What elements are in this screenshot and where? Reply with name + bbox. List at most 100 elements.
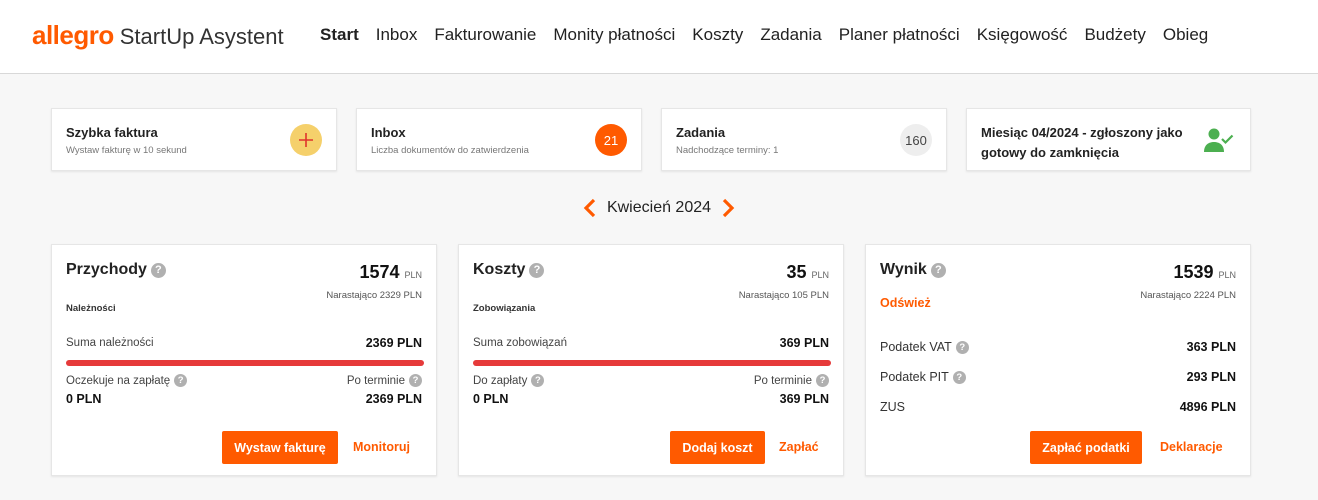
inbox-tile-title: Inbox xyxy=(371,125,406,140)
help-icon[interactable]: ? xyxy=(529,262,545,278)
vat-tax-value: 363 PLN xyxy=(1186,340,1236,354)
add-cost-button[interactable]: Dodaj koszt xyxy=(670,431,765,464)
zus-row: ZUS xyxy=(880,400,905,414)
costs-amount-value: 35 xyxy=(786,262,807,282)
nav-payment-reminders[interactable]: Monity płatności xyxy=(553,25,675,45)
plus-icon[interactable] xyxy=(290,124,322,156)
pending-payment-label: Oczekuje na zapłatę xyxy=(66,374,171,387)
help-icon[interactable]: ? xyxy=(531,374,545,387)
costs-overdue-row: Po terminie ? xyxy=(754,374,829,387)
month-selector: Kwiecień 2024 xyxy=(0,197,1318,219)
inbox-tile-subtitle: Liczba dokumentów do zatwierdzenia xyxy=(371,145,529,156)
tasks-tile[interactable]: Zadania Nadchodzące terminy: 1 160 xyxy=(661,108,947,171)
revenue-amount: 1574 PLN xyxy=(359,262,422,283)
vat-tax-label: Podatek VAT xyxy=(880,340,952,354)
result-amount-value: 1539 xyxy=(1173,262,1214,282)
overdue-value: 2369 PLN xyxy=(365,392,422,406)
nav-accounting[interactable]: Księgowość xyxy=(977,25,1068,45)
receivables-progress-fill xyxy=(66,360,424,366)
help-icon[interactable]: ? xyxy=(930,262,946,278)
tasks-count-badge: 160 xyxy=(900,124,932,156)
top-bar: allegro StartUp Asystent Start Inbox Fak… xyxy=(0,0,1318,74)
month-status-title: Miesiąc 04/2024 - zgłoszony jako gotowy … xyxy=(981,125,1183,160)
liabilities-progress-bar xyxy=(473,360,831,366)
revenue-currency: PLN xyxy=(404,270,422,280)
result-amount: 1539 PLN xyxy=(1173,262,1236,283)
month-status-tile[interactable]: Miesiąc 04/2024 - zgłoszony jako gotowy … xyxy=(966,108,1251,171)
help-icon[interactable]: ? xyxy=(816,374,829,387)
overdue-label: Po terminie xyxy=(346,374,405,387)
inbox-tile[interactable]: Inbox Liczba dokumentów do zatwierdzenia… xyxy=(356,108,642,171)
help-icon[interactable]: ? xyxy=(409,374,422,387)
costs-card: Koszty ? 35 PLN Narastająco 105 PLN Zobo… xyxy=(458,244,844,476)
quick-invoice-tile[interactable]: Szybka faktura Wystaw fakturę w 10 sekun… xyxy=(51,108,337,171)
pending-payment-row: Oczekuje na zapłatę ? xyxy=(66,374,188,387)
liabilities-sum-label: Suma zobowiązań xyxy=(473,337,567,349)
help-icon[interactable]: ? xyxy=(174,374,188,387)
pit-tax-row: Podatek PIT ? xyxy=(880,370,966,384)
costs-title: Koszty xyxy=(473,261,526,278)
logo-product: StartUp Asystent xyxy=(119,24,284,49)
tasks-tile-subtitle: Nadchodzące terminy: 1 xyxy=(676,145,779,156)
result-currency: PLN xyxy=(1218,270,1236,280)
logo-brand: allegro xyxy=(32,20,114,50)
help-icon[interactable]: ? xyxy=(952,370,966,384)
nav-workflow[interactable]: Obieg xyxy=(1163,25,1208,45)
costs-title-row: Koszty ? xyxy=(473,261,545,279)
chevron-left-icon[interactable] xyxy=(581,197,599,219)
revenue-cumulative: Narastająco 2329 PLN xyxy=(326,290,422,301)
nav-inbox[interactable]: Inbox xyxy=(376,25,418,45)
result-title: Wynik xyxy=(880,261,927,278)
receivables-sum-label: Suma należności xyxy=(66,337,154,349)
nav-costs[interactable]: Koszty xyxy=(692,25,743,45)
nav-budgets[interactable]: Budżety xyxy=(1084,25,1145,45)
pit-tax-value: 293 PLN xyxy=(1186,370,1236,384)
chevron-right-icon[interactable] xyxy=(719,197,737,219)
nav-payment-planner[interactable]: Planer płatności xyxy=(839,25,960,45)
receivables-label: Należności xyxy=(66,303,116,314)
current-month-label: Kwiecień 2024 xyxy=(606,199,712,216)
quick-invoice-title: Szybka faktura xyxy=(66,125,158,140)
help-icon[interactable]: ? xyxy=(150,262,166,278)
app-logo[interactable]: allegro StartUp Asystent xyxy=(32,20,284,51)
zus-value: 4896 PLN xyxy=(1179,400,1236,414)
vat-tax-row: Podatek VAT ? xyxy=(880,340,969,354)
revenue-card: Przychody ? 1574 PLN Narastająco 2329 PL… xyxy=(51,244,437,476)
declarations-link[interactable]: Deklaracje xyxy=(1160,440,1223,454)
nav-tasks[interactable]: Zadania xyxy=(760,25,821,45)
receivables-sum-value: 2369 PLN xyxy=(365,336,422,350)
revenue-title: Przychody xyxy=(66,261,147,278)
result-cumulative: Narastająco 2224 PLN xyxy=(1140,290,1236,301)
overdue-row: Po terminie ? xyxy=(347,374,422,387)
refresh-link[interactable]: Odśwież xyxy=(880,296,931,310)
costs-cumulative: Narastająco 105 PLN xyxy=(738,290,829,301)
liabilities-progress-fill xyxy=(473,360,831,366)
issue-invoice-button[interactable]: Wystaw fakturę xyxy=(222,431,338,464)
to-pay-label: Do zapłaty xyxy=(473,374,528,387)
main-nav: Start Inbox Fakturowanie Monity płatnośc… xyxy=(320,25,1208,45)
zus-label: ZUS xyxy=(880,400,905,414)
inbox-count-badge: 21 xyxy=(595,124,627,156)
tasks-tile-title: Zadania xyxy=(676,125,726,140)
costs-overdue-label: Po terminie xyxy=(753,374,812,387)
revenue-amount-value: 1574 xyxy=(359,262,400,282)
quick-invoice-subtitle: Wystaw fakturę w 10 sekund xyxy=(66,145,187,156)
user-check-icon xyxy=(1204,128,1234,152)
liabilities-label: Zobowiązania xyxy=(473,303,536,314)
revenue-title-row: Przychody ? xyxy=(66,261,166,279)
nav-invoicing[interactable]: Fakturowanie xyxy=(434,25,536,45)
pay-taxes-button[interactable]: Zapłać podatki xyxy=(1030,431,1142,464)
costs-overdue-value: 369 PLN xyxy=(779,392,829,406)
receivables-progress-bar xyxy=(66,360,424,366)
pit-tax-label: Podatek PIT xyxy=(880,370,949,384)
nav-start[interactable]: Start xyxy=(320,25,359,45)
help-icon[interactable]: ? xyxy=(955,340,969,354)
costs-currency: PLN xyxy=(811,270,829,280)
pay-link[interactable]: Zapłać xyxy=(779,440,819,454)
to-pay-row: Do zapłaty ? xyxy=(473,374,545,387)
result-title-row: Wynik ? xyxy=(880,261,946,279)
pending-payment-value: 0 PLN xyxy=(66,392,102,406)
monitor-link[interactable]: Monitoruj xyxy=(353,440,410,454)
result-card: Wynik ? 1539 PLN Narastająco 2224 PLN Od… xyxy=(865,244,1251,476)
liabilities-sum-value: 369 PLN xyxy=(779,336,829,350)
